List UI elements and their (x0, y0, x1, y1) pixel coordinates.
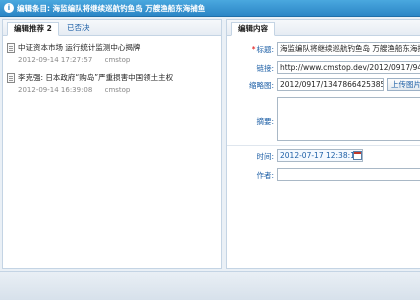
calendar-icon[interactable] (353, 151, 362, 160)
list-item-user: cmstop (104, 56, 131, 64)
title-label: *标题: (251, 45, 274, 54)
dialog-title: 编辑条目: 海监编队将继续巡航钓鱼岛 万艘渔船东海捕鱼 (17, 4, 206, 13)
tab-edit-content[interactable]: 编辑内容 (231, 22, 275, 36)
edit-content-panel: 编辑内容 *标题: 海监编队将继续巡航钓鱼岛 万艘渔船东海捕鱼 链接: http… (226, 19, 420, 269)
list-item-meta: 2012-09-14 17:27:57 cmstop (18, 56, 140, 64)
required-marker: * (251, 45, 256, 54)
time-label: 时间: (256, 152, 274, 161)
document-icon (7, 73, 15, 83)
list-item-date: 2012-09-14 17:27:57 (18, 56, 93, 64)
summary-label: 摘要: (256, 117, 274, 126)
link-input[interactable]: http://www.cmstop.dev/2012/0917/942.shtm… (277, 61, 420, 74)
thumbnail-label: 缩略图: (248, 81, 274, 90)
tab-recommended[interactable]: 编辑推荐 2 (7, 22, 59, 36)
list-item-user: cmstop (104, 86, 131, 94)
dialog-footer (0, 271, 420, 300)
right-tab-bar: 编辑内容 (227, 20, 420, 36)
document-icon (7, 43, 15, 53)
author-label: 作者: (256, 171, 274, 180)
upload-image-button[interactable]: 上传图片 (387, 78, 420, 91)
list-item-title[interactable]: 中证资本市场 运行统计监测中心揭牌 (18, 42, 140, 53)
time-input[interactable]: 2012-07-17 12:38:11 (277, 149, 363, 162)
list-item-meta: 2012-09-14 16:39:08 cmstop (18, 86, 140, 94)
left-tab-bar: 编辑推荐 2 已否决 (3, 20, 221, 36)
title-input[interactable]: 海监编队将继续巡航钓鱼岛 万艘渔船东海捕鱼 (277, 42, 420, 56)
summary-textarea[interactable] (277, 97, 420, 141)
dialog-titlebar: i 编辑条目: 海监编队将继续巡航钓鱼岛 万艘渔船东海捕鱼 (0, 0, 420, 17)
recommend-list-panel: 编辑推荐 2 已否决 中证资本市场 运行统计监测中心揭牌 2012-09-14 … (2, 19, 222, 269)
divider (227, 145, 420, 146)
author-input[interactable] (277, 168, 420, 181)
tab-rejected[interactable]: 已否决 (61, 22, 96, 36)
info-icon: i (4, 3, 14, 13)
list-item-title[interactable]: 李克强: 日本政府“购岛”严重损害中国领土主权 (18, 72, 173, 83)
link-label: 链接: (256, 64, 274, 73)
list-item-date: 2012-09-14 16:39:08 (18, 86, 93, 94)
thumbnail-input[interactable]: 2012/0917/1347866425385.jpg (277, 78, 384, 91)
